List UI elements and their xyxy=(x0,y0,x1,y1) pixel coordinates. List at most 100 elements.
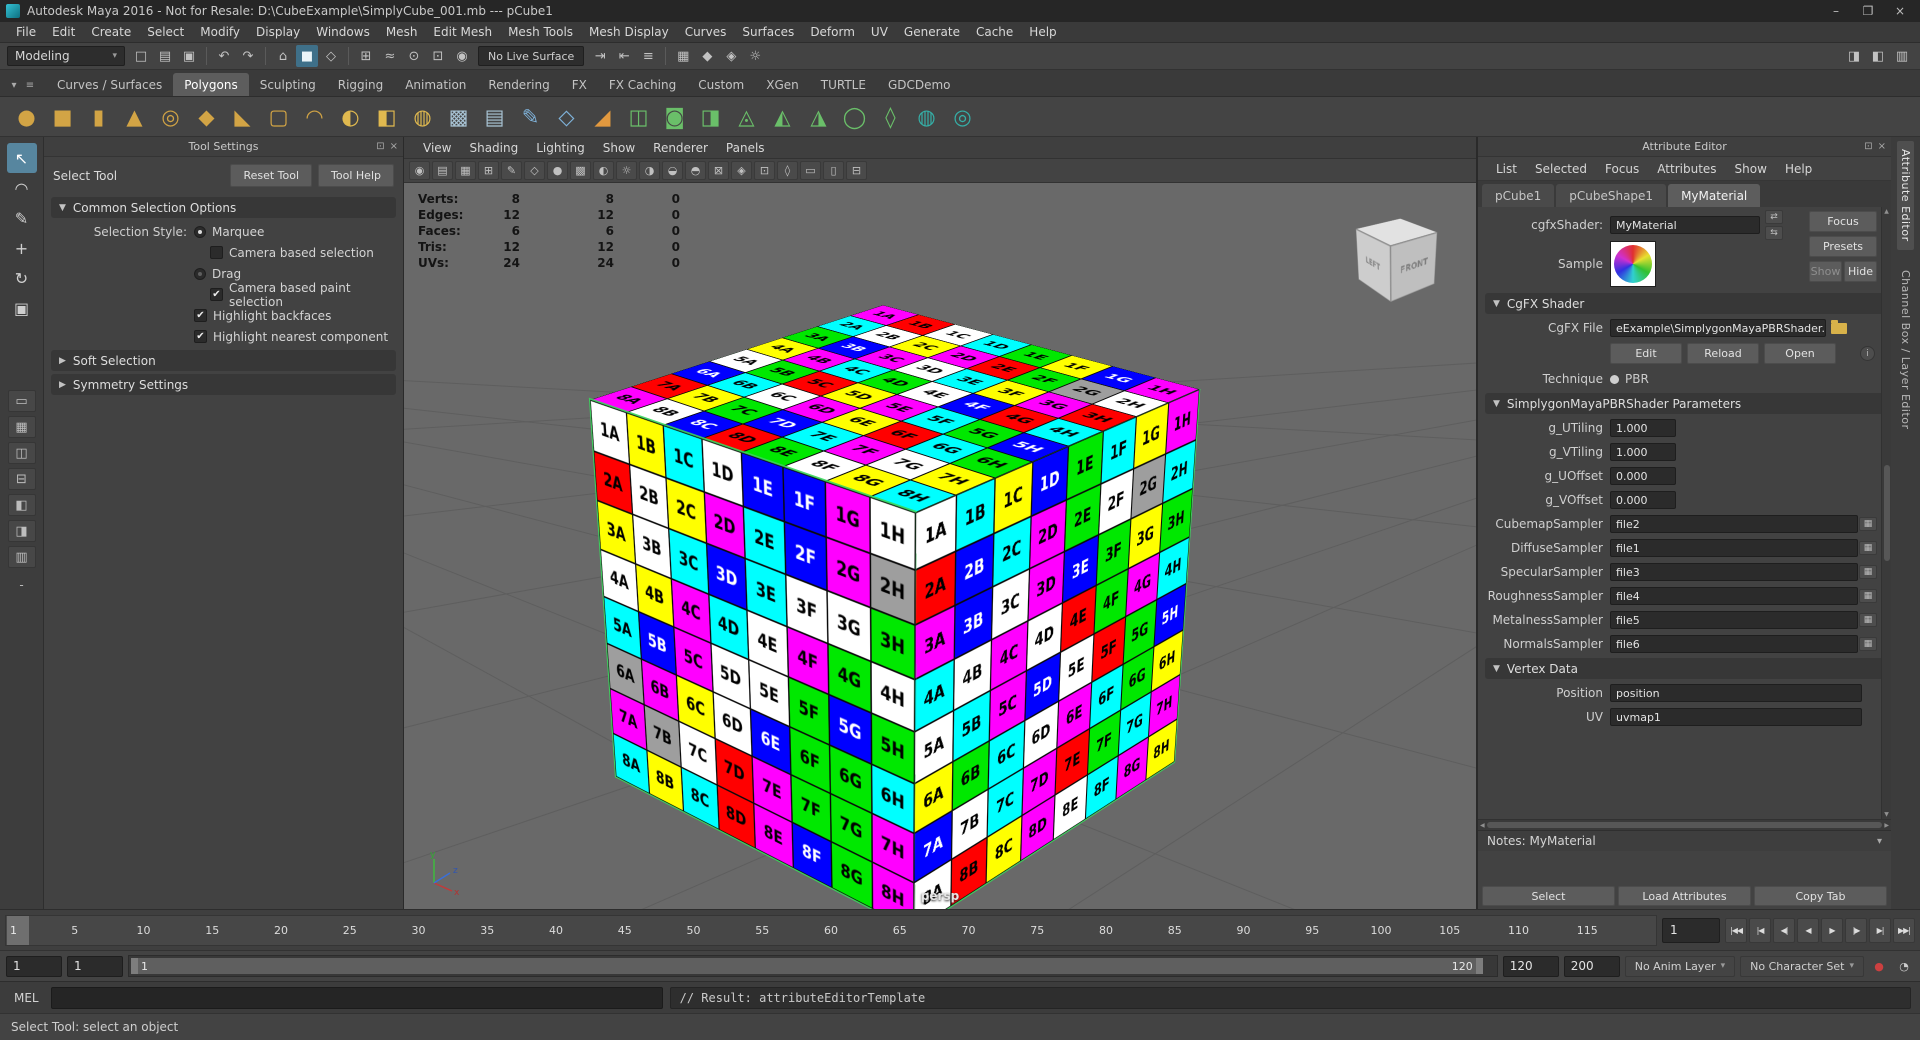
scale-tool-icon[interactable]: ▣ xyxy=(7,293,37,323)
bridge-icon[interactable]: ◭ xyxy=(766,100,799,133)
polygon-cube-icon[interactable]: ■ xyxy=(46,100,79,133)
diffusesampler-field[interactable]: file1 xyxy=(1610,539,1858,557)
menu-set-dropdown[interactable]: Modeling ▾ xyxy=(7,46,125,66)
cgfx-shader-section[interactable]: ▼ CgFX Shader xyxy=(1485,293,1884,314)
poly-grid-icon[interactable]: ▩ xyxy=(442,100,475,133)
soft-selection-section[interactable]: ▶Soft Selection xyxy=(51,350,396,371)
maximize-button[interactable]: ❐ xyxy=(1854,3,1882,20)
time-slider-track[interactable]: 1 51015202530354045505560657075808590951… xyxy=(5,915,1657,946)
layout-two-pane-stacked-icon[interactable]: ⊟ xyxy=(8,468,36,490)
pencil-curve-icon[interactable]: ✎ xyxy=(514,100,547,133)
construction-history-icon[interactable]: ≡ xyxy=(637,45,659,67)
pcube1-object[interactable]: 1A1B1C1D1E1F1G1H2A2B2C2D2E2F2G2H3A3B3C3D… xyxy=(667,360,1127,820)
texture-connection-icon[interactable]: ▦ xyxy=(1859,541,1877,555)
roughnesssampler-field[interactable]: file4 xyxy=(1610,587,1858,605)
play-backwards-button[interactable]: ◀ xyxy=(1797,918,1819,943)
film-gate-icon[interactable]: ▯ xyxy=(823,161,844,180)
g-utiling-field[interactable]: 1.000 xyxy=(1610,419,1676,437)
common-selection-options-section[interactable]: ▼ Common Selection Options xyxy=(51,197,396,218)
select-by-hierarchy-icon[interactable]: ⌂ xyxy=(272,45,294,67)
poly-text-icon[interactable]: ▤ xyxy=(478,100,511,133)
smooth-shade-icon[interactable]: ● xyxy=(547,161,568,180)
menu-file[interactable]: File xyxy=(8,25,44,39)
playback-start-field[interactable]: 1 xyxy=(67,956,123,977)
close-button[interactable]: × xyxy=(1886,3,1914,20)
tool-settings-header[interactable]: Tool Settings ⊡ × xyxy=(44,137,403,157)
resolution-gate-icon[interactable]: ▭ xyxy=(800,161,821,180)
range-end-handle[interactable] xyxy=(1476,958,1483,974)
show-output-connections-icon[interactable]: ⇆ xyxy=(1765,226,1783,240)
menu-edit-mesh[interactable]: Edit Mesh xyxy=(425,25,500,39)
notes-bar[interactable]: Notes: MyMaterial ▾ xyxy=(1478,830,1891,851)
normalssampler-field[interactable]: file6 xyxy=(1610,635,1858,653)
shelf-tab-xgen[interactable]: XGen xyxy=(755,73,810,96)
load-attributes-button[interactable]: Load Attributes xyxy=(1618,886,1751,906)
menu-mesh-display[interactable]: Mesh Display xyxy=(581,25,677,39)
vertex-data-section[interactable]: ▼ Vertex Data xyxy=(1485,658,1884,679)
camera-based-paint-selection-checkbox[interactable]: ✔ xyxy=(210,288,223,301)
polygon-plane-icon[interactable]: ◆ xyxy=(190,100,223,133)
shelf-tab-gdcdemo[interactable]: GDCDemo xyxy=(877,73,962,96)
menu-mesh[interactable]: Mesh xyxy=(378,25,426,39)
texture-connection-icon[interactable]: ▦ xyxy=(1859,613,1877,627)
popout-icon[interactable]: ⊡ xyxy=(1864,141,1872,152)
render-settings-icon[interactable]: ☼ xyxy=(744,45,766,67)
animation-preferences-icon[interactable]: ◔ xyxy=(1894,956,1914,976)
menu-curves[interactable]: Curves xyxy=(677,25,735,39)
toolbox-collapse-button[interactable]: - xyxy=(8,577,36,593)
scrollbar-thumb[interactable] xyxy=(1884,465,1890,561)
shelf-tab-turtle[interactable]: TURTLE xyxy=(810,73,877,96)
character-set-dropdown[interactable]: No Character Set ▾ xyxy=(1740,956,1864,977)
viewport-canvas[interactable]: 1A1B1C1D1E1F1G1H2A2B2C2D2E2F2G2H3A3B3C3D… xyxy=(404,183,1476,909)
reload-button[interactable]: Reload xyxy=(1687,343,1759,364)
snap-to-curve-icon[interactable]: ≈ xyxy=(379,45,401,67)
shadows-icon[interactable]: ◑ xyxy=(639,161,660,180)
save-scene-icon[interactable]: ▣ xyxy=(178,45,200,67)
scroll-right-icon[interactable]: ▶ xyxy=(1884,822,1889,829)
polygon-cylinder-icon[interactable]: ▮ xyxy=(82,100,115,133)
cubemapsampler-field[interactable]: file2 xyxy=(1610,515,1858,533)
field-chart-icon[interactable]: ⊟ xyxy=(846,161,867,180)
menu-generate[interactable]: Generate xyxy=(896,25,968,39)
open-scene-icon[interactable]: ▤ xyxy=(154,45,176,67)
shelf-tab-polygons[interactable]: Polygons xyxy=(173,73,248,96)
layout-single-pane-icon[interactable]: ▭ xyxy=(8,390,36,412)
viewport-menu-show[interactable]: Show xyxy=(594,141,644,155)
quad-draw-icon[interactable]: ◇ xyxy=(550,100,583,133)
shelf-tab-custom[interactable]: Custom xyxy=(687,73,755,96)
show-button[interactable]: Show xyxy=(1809,261,1842,282)
current-frame-field[interactable]: 1 xyxy=(1662,918,1720,943)
specularsampler-field[interactable]: file3 xyxy=(1610,563,1858,581)
layout-two-pane-side-icon[interactable]: ◫ xyxy=(8,442,36,464)
shelf-tab-animation[interactable]: Animation xyxy=(394,73,477,96)
view-cube-gizmo[interactable]: FRONT LEFT xyxy=(1368,229,1424,285)
polygon-pyramid-icon[interactable]: ◣ xyxy=(226,100,259,133)
toggle-tool-settings-icon[interactable]: ◧ xyxy=(1867,45,1889,67)
show-input-connections-icon[interactable]: ⇄ xyxy=(1765,210,1783,224)
menu-modify[interactable]: Modify xyxy=(192,25,248,39)
shelf-tab-fx[interactable]: FX xyxy=(561,73,598,96)
scroll-down-icon[interactable]: ▼ xyxy=(1884,811,1889,818)
grease-pencil-icon[interactable]: ✎ xyxy=(501,161,522,180)
shader-name-field[interactable]: MyMaterial xyxy=(1610,216,1760,234)
polygon-torus-icon[interactable]: ◎ xyxy=(154,100,187,133)
menu-edit[interactable]: Edit xyxy=(44,25,83,39)
chevron-down-icon[interactable]: ▾ xyxy=(1877,836,1882,847)
extrude-icon[interactable]: ◨ xyxy=(694,100,727,133)
title-bar[interactable]: Autodesk Maya 2016 - Not for Resale: D:\… xyxy=(0,0,1920,22)
live-surface-field[interactable]: No Live Surface xyxy=(478,46,584,66)
step-forward-frame-button[interactable]: |▶ xyxy=(1845,918,1867,943)
multi-cut-icon[interactable]: ◢ xyxy=(586,100,619,133)
close-icon[interactable]: × xyxy=(390,141,398,152)
mirror-icon[interactable]: ◮ xyxy=(802,100,835,133)
go-to-start-button[interactable]: |◀◀ xyxy=(1725,918,1747,943)
texture-connection-icon[interactable]: ▦ xyxy=(1859,565,1877,579)
scrollbar-thumb[interactable] xyxy=(1487,822,1883,828)
select-by-object-icon[interactable]: ■ xyxy=(296,45,318,67)
rotate-tool-icon[interactable]: ↻ xyxy=(7,263,37,293)
select-tool-icon[interactable]: ↖ xyxy=(7,143,37,173)
menu-select[interactable]: Select xyxy=(139,25,192,39)
marquee-radio[interactable] xyxy=(194,226,206,238)
polygon-helix-icon[interactable]: ◠ xyxy=(298,100,331,133)
select-button[interactable]: Select xyxy=(1482,886,1615,906)
